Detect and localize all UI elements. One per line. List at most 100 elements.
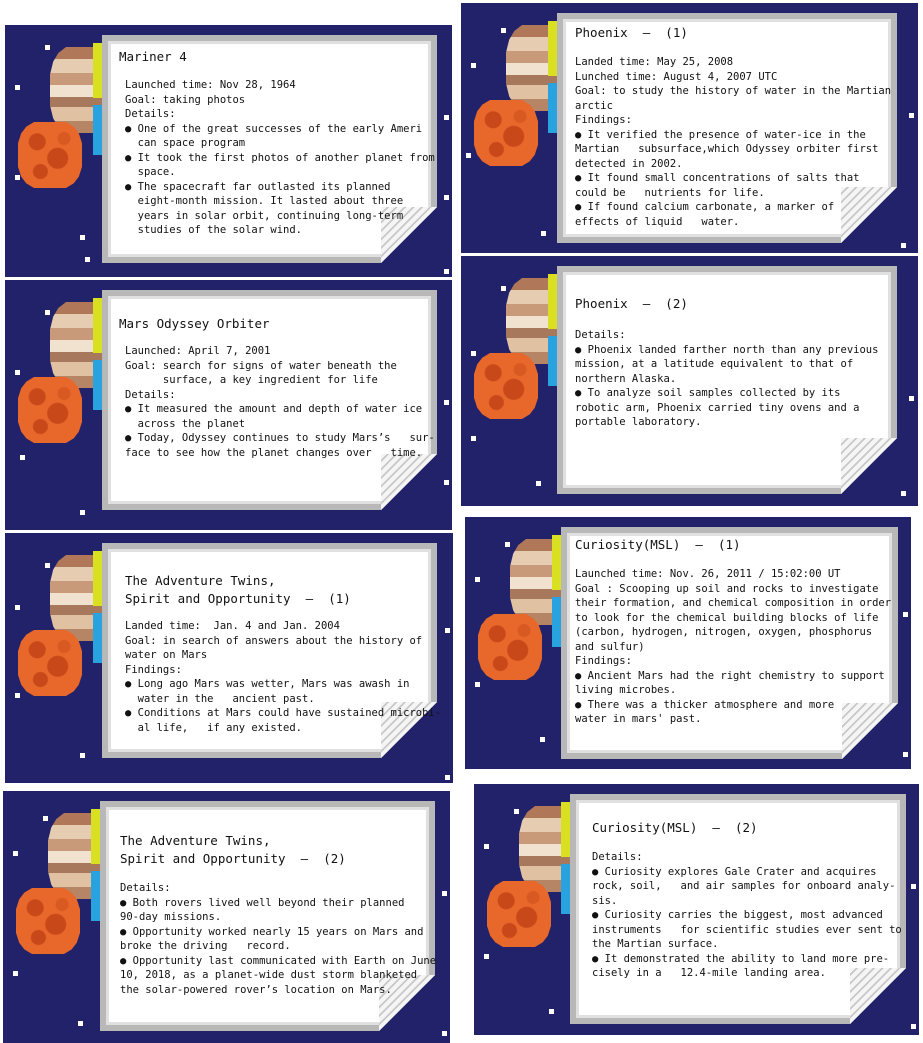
mars-icon — [18, 377, 82, 443]
star-icon — [442, 1031, 447, 1036]
star-icon — [445, 775, 450, 780]
mars-icon — [474, 353, 538, 419]
card-text-line: Landed time: Jan. 4 and Jan. 2004 — [125, 620, 340, 632]
card-text-line: water on Mars — [125, 649, 208, 661]
card-text-line: the solar-powered rover’s location on Ma… — [120, 983, 392, 996]
card-text-line: mission, at a latitude equivalent to tha… — [575, 358, 854, 370]
card-text-line: detected in 2002. — [575, 157, 683, 170]
star-icon — [901, 491, 906, 496]
card-title: Phoenix – (1) — [575, 25, 688, 40]
card-text-line: Details: — [592, 851, 643, 863]
star-icon — [43, 816, 48, 821]
card-text-line: water in mars' past. — [575, 713, 702, 725]
card-curiosity-2: Curiosity(MSL) – (2) Details: ● Curiosity … — [474, 784, 919, 1035]
card-text-line: to look for the chemical building blocks… — [575, 611, 879, 624]
card-text-line: cisely in a 12.4-mile landing area. — [592, 967, 826, 979]
page-curl-icon — [850, 968, 906, 1024]
page-curl-icon — [841, 187, 897, 243]
card-curiosity-1: Curiosity(MSL) – (1) Launched time: Nov. … — [465, 517, 911, 769]
card-text-line: ● It took the first photos of another pl… — [125, 151, 435, 164]
star-icon — [45, 563, 50, 568]
star-icon — [444, 195, 449, 200]
card-text-line: Landed time: May 25, 2008 — [575, 56, 734, 68]
star-icon — [15, 605, 20, 610]
star-icon — [901, 243, 906, 248]
card-text-line: space. — [125, 166, 176, 178]
star-icon — [475, 577, 480, 582]
page-curl-icon — [841, 438, 897, 494]
star-icon — [903, 752, 908, 757]
card-phoenix-1: Phoenix – (1) Landed time: May 25, 2008 Lu… — [461, 3, 918, 253]
mars-icon — [18, 630, 82, 696]
star-icon — [911, 884, 916, 889]
star-icon — [15, 370, 20, 375]
card-title-line: Spirit and Opportunity – (2) — [120, 851, 346, 866]
card-phoenix-2: Phoenix – (2) Details: ● Phoenix landed fa… — [461, 256, 918, 506]
card-text-line: ● Both rovers lived well beyond their pl… — [120, 896, 405, 909]
card-text-line: water in the ancient past. — [125, 692, 315, 705]
card-title-line: Spirit and Opportunity – (1) — [125, 591, 351, 606]
card-text-line: ● It measured the amount and depth of wa… — [125, 403, 423, 415]
card-text-line: robotic arm, Phoenix carried tiny ovens … — [575, 401, 860, 414]
card-text-line: Details: — [575, 329, 626, 341]
star-icon — [540, 737, 545, 742]
card-text-line: Launched: April 7, 2001 — [125, 345, 271, 357]
card-title: Mars Odyssey Orbiter — [119, 316, 270, 331]
card-text-line: years in solar orbit, continuing long-te… — [125, 209, 404, 222]
card-text-line: ● There was a thicker atmosphere and mor… — [575, 698, 835, 711]
star-icon — [475, 682, 480, 687]
card-text-line: ● It found small concentrations of salts… — [575, 172, 860, 184]
star-icon — [15, 175, 20, 180]
card-text-line: can space program — [125, 137, 246, 149]
page-curl-icon — [842, 703, 898, 759]
mars-icon — [478, 614, 542, 680]
card-text-line: instruments for scientific studies ever … — [592, 923, 902, 936]
card-text-line: Details: — [125, 108, 176, 120]
star-icon — [484, 954, 489, 959]
star-icon — [909, 113, 914, 118]
star-icon — [471, 436, 476, 441]
card-text-line: ● Opportunity last communicated with Ear… — [120, 954, 437, 967]
star-icon — [471, 351, 476, 356]
card-text-line: Lunched time: August 4, 2007 UTC — [575, 70, 778, 83]
card-title-line: The Adventure Twins, — [120, 833, 271, 848]
star-icon — [20, 455, 25, 460]
card-adventure-twins-1: The Adventure Twins, Spirit and Opportuni… — [5, 533, 453, 783]
card-text-line: ● Today, Odyssey continues to study Mars… — [125, 432, 435, 444]
card-text-line: sis. — [592, 894, 618, 907]
card-text-line: ● Opportunity worked nearly 15 years on … — [120, 925, 424, 938]
star-icon — [80, 235, 85, 240]
star-icon — [505, 542, 510, 547]
card-text-line: Details: — [120, 882, 171, 894]
card-text-line: Findings: — [575, 655, 632, 667]
card-text-line: ● Ancient Mars had the right chemistry t… — [575, 669, 885, 682]
card-text-line: Findings: — [575, 114, 632, 126]
card-text-line: ● It demonstrated the ability to land mo… — [592, 952, 890, 965]
card-text-line: could be nutrients for life. — [575, 186, 765, 199]
card-text-line: portable laboratory. — [575, 416, 702, 428]
star-icon — [541, 231, 546, 236]
card-text-line: Details: — [125, 388, 176, 401]
card-title: Curiosity(MSL) – (1) — [575, 537, 741, 552]
star-icon — [444, 400, 449, 405]
card-text-line: ● If found calcium carbonate, a marker o… — [575, 201, 835, 213]
card-text-line: Goal : Scooping up soil and rocks to inv… — [575, 582, 879, 595]
card-text-line: ● Curiosity explores Gale Crater and acq… — [592, 865, 877, 878]
card-text-line: face to see how the planet changes over … — [125, 446, 423, 459]
card-text-line: ● To analyze soil samples collected by i… — [575, 387, 841, 399]
card-text-line: living microbes. — [575, 684, 677, 696]
page-curl-icon — [381, 454, 437, 510]
card-text-line: Martian subsurface,which Odyssey orbiter… — [575, 143, 879, 155]
star-icon — [80, 753, 85, 758]
card-text-line: Goal: taking photos — [125, 93, 246, 106]
star-icon — [466, 153, 471, 158]
star-icon — [15, 85, 20, 90]
card-text-line: ● Long ago Mars was wetter, Mars was awa… — [125, 678, 410, 690]
star-icon — [444, 480, 449, 485]
star-icon — [549, 1009, 554, 1014]
card-adventure-twins-2: The Adventure Twins, Spirit and Opportuni… — [3, 791, 450, 1043]
card-text-line: Goal: to study the history of water in t… — [575, 85, 892, 97]
star-icon — [45, 310, 50, 315]
card-title-line: The Adventure Twins, — [125, 573, 276, 588]
star-icon — [501, 286, 506, 291]
